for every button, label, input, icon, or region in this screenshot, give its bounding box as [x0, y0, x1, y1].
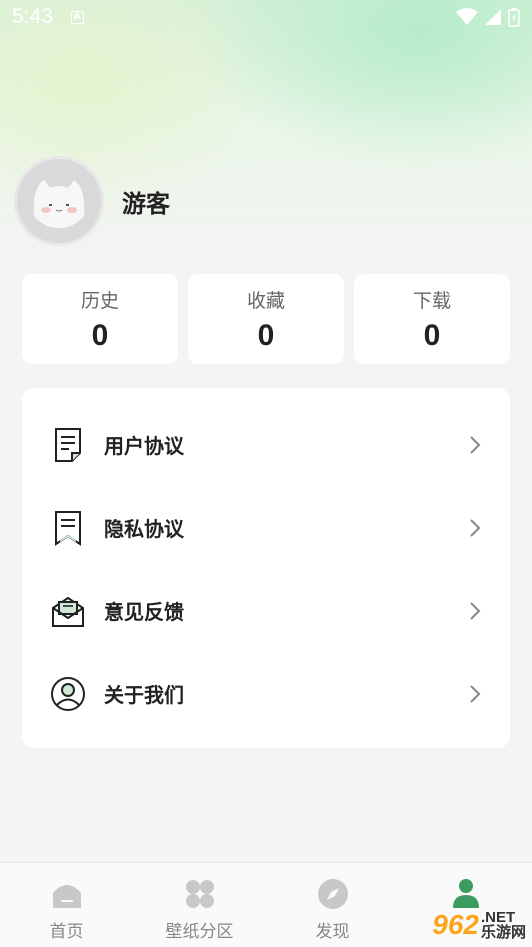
- signal-icon: [485, 9, 501, 25]
- avatar[interactable]: [14, 156, 104, 246]
- chevron-right-icon: [470, 435, 481, 454]
- menu-item-label: 意见反馈: [104, 600, 184, 624]
- stat-label: 下载: [412, 289, 451, 312]
- stat-value: 0: [91, 318, 109, 352]
- status-icons: [456, 7, 520, 27]
- menu-item-privacy-policy[interactable]: 隐私协议: [22, 486, 510, 569]
- cat-avatar-icon: [33, 180, 85, 228]
- tab-home[interactable]: 首页: [0, 863, 133, 947]
- menu-item-label: 隐私协议: [104, 517, 184, 541]
- document-icon: [50, 427, 86, 463]
- stat-history[interactable]: 历史 0: [22, 274, 178, 364]
- stat-downloads[interactable]: 下载 0: [354, 274, 510, 364]
- tab-label: 壁纸分区: [165, 922, 234, 942]
- menu-item-feedback[interactable]: 意见反馈: [22, 569, 510, 652]
- stat-label: 收藏: [246, 289, 285, 312]
- wifi-icon: [456, 8, 478, 25]
- chevron-right-icon: [470, 518, 481, 537]
- user-circle-icon: [50, 676, 86, 712]
- settings-menu: 用户协议 隐私协议 意见反馈 关于我们: [22, 388, 510, 748]
- menu-item-label: 关于我们: [104, 683, 184, 707]
- stats-row: 历史 0 收藏 0 下载 0: [22, 274, 510, 364]
- chevron-right-icon: [470, 684, 481, 703]
- chevron-right-icon: [470, 601, 481, 620]
- tab-discover[interactable]: 发现: [266, 863, 399, 947]
- menu-item-about-us[interactable]: 关于我们: [22, 652, 510, 735]
- home-icon: [50, 877, 84, 911]
- battery-icon: [508, 8, 520, 27]
- menu-item-label: 用户协议: [104, 434, 184, 458]
- compass-icon: [316, 877, 350, 911]
- notification-icon: A: [70, 10, 84, 24]
- site-watermark: 962 .NET 乐游网: [432, 909, 526, 941]
- stat-favorites[interactable]: 收藏 0: [188, 274, 344, 364]
- stat-label: 历史: [80, 289, 119, 312]
- status-time: 5:43: [12, 5, 53, 28]
- username: 游客: [122, 189, 170, 218]
- mail-icon: [50, 593, 86, 629]
- grid-petals-icon: [183, 877, 217, 911]
- menu-item-user-agreement[interactable]: 用户协议: [22, 403, 510, 486]
- profile-header[interactable]: 游客: [14, 156, 170, 246]
- stat-value: 0: [423, 318, 441, 352]
- watermark-cn: 乐游网: [480, 923, 526, 941]
- watermark-number: 962: [432, 909, 479, 940]
- profile-icon: [449, 877, 483, 911]
- status-bar: 5:43 A: [0, 0, 532, 34]
- stat-value: 0: [257, 318, 275, 352]
- watermark-side: .NET 乐游网: [481, 910, 526, 940]
- tab-label: 首页: [49, 922, 84, 942]
- tab-wallpaper-categories[interactable]: 壁纸分区: [133, 863, 266, 947]
- bookmark-document-icon: [50, 510, 86, 546]
- tab-label: 发现: [315, 922, 350, 942]
